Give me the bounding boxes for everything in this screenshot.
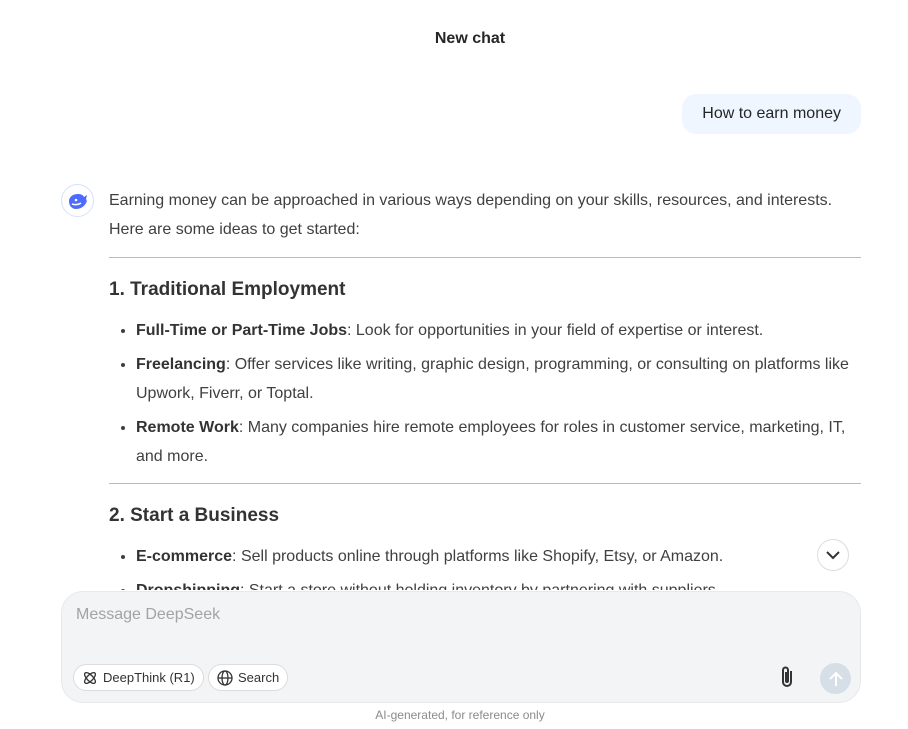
disclaimer: AI-generated, for reference only <box>375 708 545 722</box>
globe-icon <box>217 669 233 686</box>
send-button[interactable] <box>820 663 851 694</box>
assistant-response: Earning money can be approached in vario… <box>109 186 861 590</box>
list-item: Remote Work: Many companies hire remote … <box>136 413 861 471</box>
response-intro: Earning money can be approached in vario… <box>109 192 833 238</box>
atom-icon <box>83 671 97 684</box>
message-input[interactable]: Message DeepSeek <box>76 606 220 624</box>
list-item: Freelancing: Offer services like writing… <box>136 350 861 408</box>
deepseek-whale-icon <box>61 184 94 217</box>
scroll-down-button[interactable] <box>817 539 849 571</box>
deepthink-button[interactable]: DeepThink (R1) <box>73 664 204 691</box>
section-heading: 1. Traditional Employment <box>109 279 346 300</box>
divider <box>109 257 861 258</box>
list-item: Full-Time or Part-Time Jobs: Look for op… <box>136 316 861 345</box>
divider <box>109 483 861 484</box>
paperclip-icon[interactable] <box>780 665 794 694</box>
chevron-down-icon <box>826 550 840 559</box>
arrow-up-icon <box>828 671 843 686</box>
list-item: Dropshipping: Start a store without hold… <box>136 576 861 590</box>
search-button[interactable]: Search <box>208 664 289 691</box>
user-message: How to earn money <box>682 94 861 134</box>
list-item: E-commerce: Sell products online through… <box>136 542 861 571</box>
page-title: New chat <box>434 30 506 47</box>
section-heading: 2. Start a Business <box>109 505 280 526</box>
message-input-box[interactable]: Message DeepSeek DeepThink (R1) Search <box>61 591 861 703</box>
